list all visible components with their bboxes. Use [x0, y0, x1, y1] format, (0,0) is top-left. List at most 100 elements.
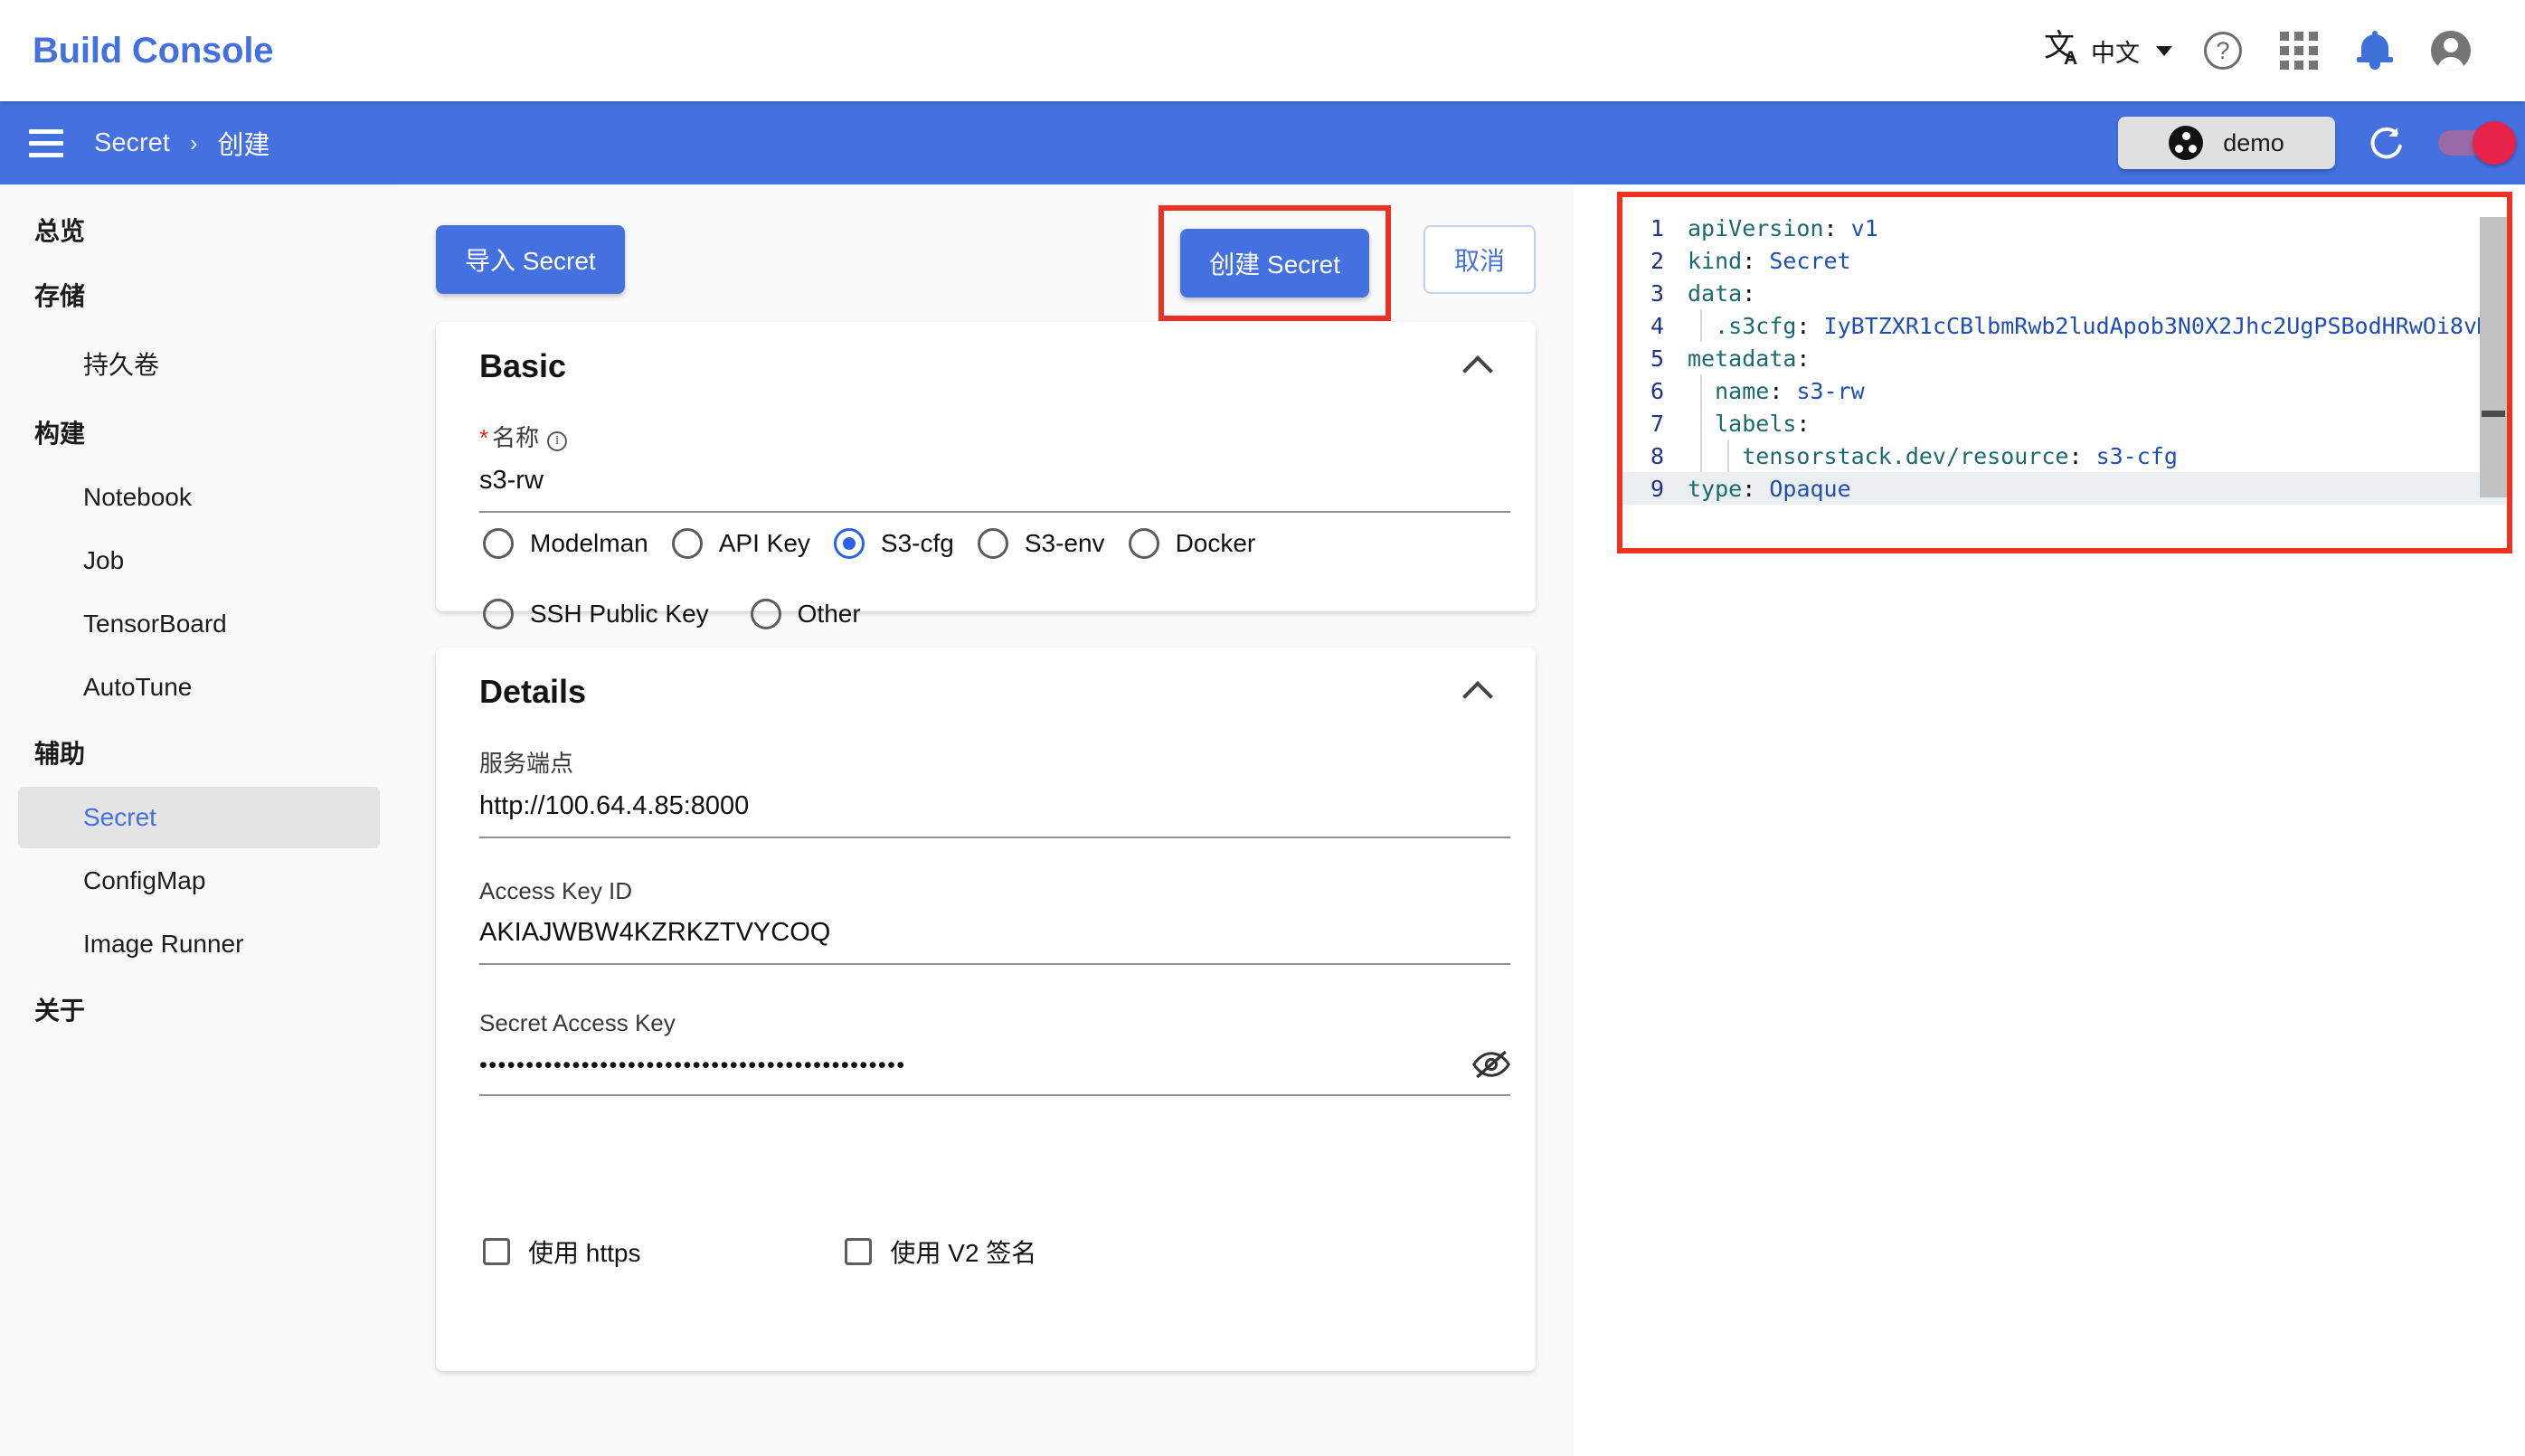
- yaml-line-list: 1 apiVersion: v1 2 kind: Secret 3 data: 4 .s3c…: [1622, 212, 2507, 505]
- sidebar-item-job[interactable]: Job: [18, 530, 380, 591]
- namespace-selector[interactable]: demo: [2118, 117, 2335, 169]
- yaml-editor[interactable]: 1 apiVersion: v1 2 kind: Secret 3 data: 4 .s3c…: [1622, 197, 2507, 548]
- yaml-line-number: 2: [1650, 247, 1664, 274]
- chevron-up-icon[interactable]: [1462, 681, 1493, 712]
- radio-s3-cfg[interactable]: S3-cfg: [833, 523, 963, 564]
- yaml-line: 7 labels:: [1622, 407, 2507, 440]
- chevron-up-icon[interactable]: [1462, 355, 1493, 386]
- yaml-line: 3 data:: [1622, 277, 2507, 309]
- sidebar-item-tensorboard[interactable]: TensorBoard: [18, 593, 380, 655]
- breadcrumb-secret[interactable]: Secret: [94, 128, 170, 158]
- sidebar-item-autotune[interactable]: AutoTune: [18, 657, 380, 718]
- radio-label: API Key: [718, 529, 810, 557]
- import-secret-button[interactable]: 导入 Secret: [436, 225, 625, 294]
- refresh-button[interactable]: [2359, 115, 2415, 171]
- yaml-line: 9 type: Opaque: [1622, 472, 2507, 505]
- endpoint-field: 服务端点 http://100.64.4.85:8000: [479, 745, 1510, 838]
- yaml-line-number: 1: [1650, 214, 1664, 241]
- radio-label: Docker: [1175, 529, 1256, 557]
- translate-icon-sub: A: [2064, 48, 2078, 69]
- radio-mark: [750, 599, 781, 629]
- theme-toggle[interactable]: [2438, 121, 2525, 165]
- sidebar-item-notebook[interactable]: Notebook: [18, 467, 380, 528]
- radio-api-key[interactable]: API Key: [671, 523, 819, 564]
- apps-button[interactable]: [2261, 13, 2337, 89]
- apps-grid-icon: [2280, 32, 2318, 70]
- yaml-line-text: apiVersion: v1: [1688, 214, 1878, 241]
- create-secret-highlight: 创建 Secret: [1158, 205, 1391, 321]
- eye-off-icon[interactable]: [1472, 1050, 1510, 1079]
- radio-label: S3-cfg: [880, 529, 954, 557]
- sidebar-item-imagerunner[interactable]: Image Runner: [18, 913, 380, 975]
- help-button[interactable]: ?: [2185, 13, 2261, 89]
- hamburger-menu-icon[interactable]: [18, 115, 74, 171]
- sidebar-item-secret[interactable]: Secret: [18, 787, 380, 848]
- create-secret-button[interactable]: 创建 Secret: [1180, 229, 1369, 298]
- language-label: 中文: [2091, 39, 2140, 67]
- yaml-editor-highlight: 1 apiVersion: v1 2 kind: Secret 3 data: 4 .s3c…: [1617, 192, 2512, 553]
- sidebar-item-configmap[interactable]: ConfigMap: [18, 850, 380, 912]
- bell-icon: [2357, 31, 2393, 71]
- yaml-line-text: metadata:: [1688, 345, 1811, 372]
- details-card-title: Details: [479, 673, 587, 710]
- cancel-button[interactable]: 取消: [1423, 225, 1536, 294]
- checkbox-label: 使用 https: [528, 1239, 641, 1267]
- notifications-button[interactable]: [2337, 13, 2413, 89]
- yaml-line: 5 metadata:: [1622, 342, 2507, 374]
- checkbox-use-https[interactable]: 使用 https: [483, 1234, 640, 1270]
- yaml-line-text: kind: Secret: [1688, 247, 1851, 274]
- secret-access-key-input[interactable]: ••••••••••••••••••••••••••••••••••••••••…: [479, 1053, 906, 1079]
- checkbox-use-v2-signature[interactable]: 使用 V2 签名: [845, 1234, 1036, 1270]
- radio-label: S3-env: [1024, 529, 1105, 557]
- radio-ssh-public-key[interactable]: SSH Public Key: [483, 593, 718, 635]
- checkbox-box: [483, 1238, 510, 1265]
- secret-type-radio-group-row1: Modelman API Key S3-cfg S3-env Docker: [483, 523, 1279, 564]
- app-title: Build Console: [33, 30, 274, 71]
- refresh-icon: [2370, 127, 2402, 159]
- yaml-indent-guide: [1700, 440, 1702, 472]
- radio-docker[interactable]: Docker: [1128, 523, 1265, 564]
- yaml-line: 6 name: s3-rw: [1622, 374, 2507, 407]
- yaml-line-text: labels:: [1715, 410, 1811, 437]
- yaml-line-number: 6: [1650, 377, 1664, 404]
- toggle-knob: [2473, 121, 2516, 165]
- editor-scrollbar-track[interactable]: [2480, 217, 2507, 497]
- checkbox-box: [845, 1238, 873, 1265]
- checkbox-label: 使用 V2 签名: [890, 1239, 1037, 1267]
- radio-other[interactable]: Other: [750, 593, 870, 635]
- sidebar-item-pv[interactable]: 持久卷: [18, 329, 380, 398]
- radio-s3-env[interactable]: S3-env: [977, 523, 1114, 564]
- endpoint-label: 服务端点: [479, 750, 574, 777]
- app-bar-actions: 文 A 中文 ?: [2031, 13, 2489, 89]
- endpoint-input[interactable]: http://100.64.4.85:8000: [479, 791, 1510, 838]
- yaml-panel: 1 apiVersion: v1 2 kind: Secret 3 data: 4 .s3c…: [1574, 184, 2525, 1456]
- access-key-id-input[interactable]: AKIAJWBW4KZRKZTVYCOQ: [479, 918, 1510, 965]
- radio-label: SSH Public Key: [530, 600, 709, 628]
- language-selector[interactable]: 文 A 中文: [2031, 30, 2185, 70]
- editor-scrollbar-thumb[interactable]: [2482, 411, 2505, 417]
- sidebar-nav: 总览 存储 持久卷 构建 Notebook Job TensorBoard Au…: [0, 184, 398, 1456]
- basic-card-title: Basic: [479, 347, 567, 384]
- info-icon[interactable]: i: [547, 430, 568, 451]
- yaml-line-text: .s3cfg: IyBTZXR1cCBlbmRwb2ludApob3N0X2Jh…: [1715, 312, 2507, 339]
- basic-card: Basic * 名称 i s3-rw Modelman API Key S3-cfg: [436, 322, 1536, 629]
- yaml-line-text: type: Opaque: [1688, 475, 1851, 502]
- help-circle-icon: ?: [2204, 32, 2242, 70]
- name-input[interactable]: s3-rw: [479, 466, 1510, 513]
- sidebar-item-overview[interactable]: 总览: [0, 197, 398, 262]
- account-button[interactable]: [2413, 13, 2489, 89]
- sidebar-group-about[interactable]: 关于: [0, 977, 398, 1042]
- secret-type-radio-group-row2: SSH Public Key Other: [483, 593, 884, 635]
- subbar-actions: demo: [2118, 115, 2516, 171]
- radio-mark: [1128, 528, 1159, 559]
- yaml-line-text: data:: [1688, 279, 1756, 307]
- radio-modelman[interactable]: Modelman: [483, 523, 657, 564]
- secret-access-key-label: Secret Access Key: [479, 1009, 676, 1036]
- sidebar-group-aux: 辅助: [34, 740, 86, 768]
- required-marker: *: [479, 424, 489, 451]
- details-card: Details 服务端点 http://100.64.4.85:8000 Acc…: [436, 648, 1536, 1371]
- breadcrumb-separator: ›: [189, 128, 198, 156]
- secret-access-key-row: ••••••••••••••••••••••••••••••••••••••••…: [479, 1050, 1510, 1096]
- translate-icon: 文 A: [2044, 30, 2082, 70]
- access-key-id-field: Access Key ID AKIAJWBW4KZRKZTVYCOQ: [479, 877, 1510, 965]
